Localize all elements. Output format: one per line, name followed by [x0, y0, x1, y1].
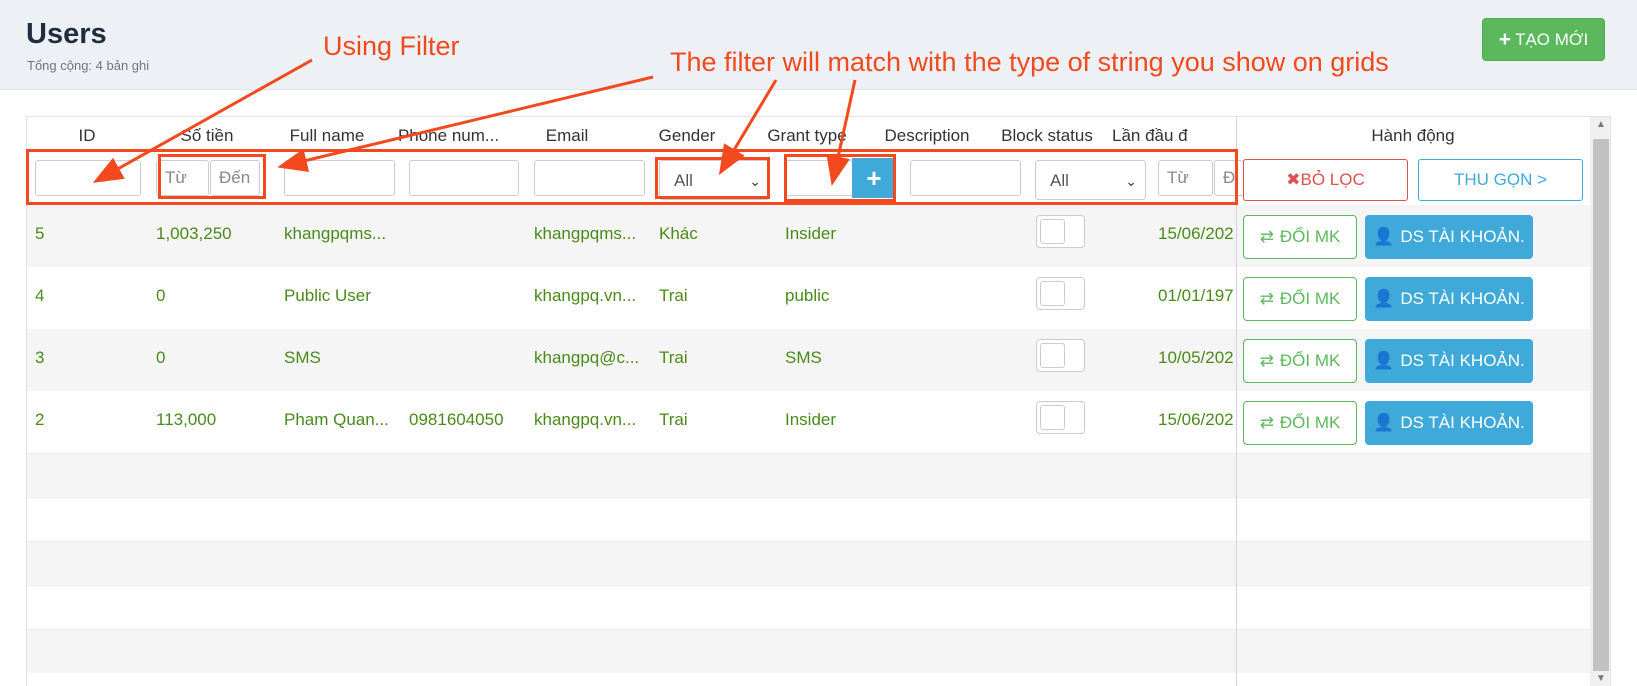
annotation-arrows — [92, 58, 857, 186]
arrow-to-gender-filter — [718, 79, 778, 176]
arrow-to-amount-filter — [277, 75, 654, 173]
arrow-to-id-filter — [92, 58, 313, 183]
arrow-to-grant-type-filter — [826, 79, 857, 186]
